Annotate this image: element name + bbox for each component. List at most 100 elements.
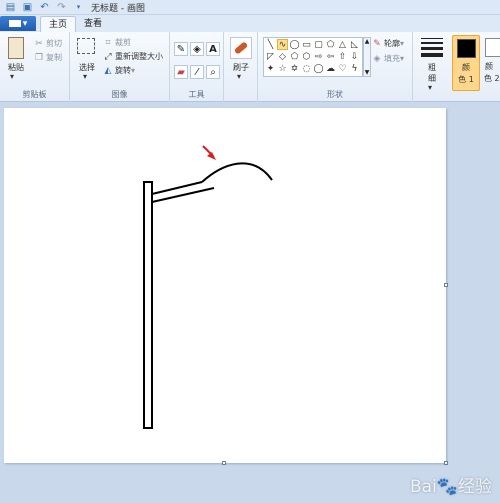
tools-group: ✎ ◈ A ▰ ⁄ ⌕ 工具 bbox=[170, 32, 224, 102]
text-tool-icon[interactable]: A bbox=[206, 42, 220, 56]
paint-app-icon: ▤ bbox=[5, 1, 16, 13]
fill-bucket-icon[interactable]: ◈ bbox=[190, 42, 204, 56]
canvas-resize-handle-corner[interactable] bbox=[444, 461, 448, 465]
lightning-shape-icon[interactable]: ϟ bbox=[349, 63, 360, 74]
outline-chevron-icon: ▾ bbox=[400, 39, 405, 48]
paste-button[interactable]: 粘贴 bbox=[4, 62, 28, 73]
right-triangle-shape-icon[interactable]: ◺ bbox=[349, 39, 360, 50]
lamp-head-curve bbox=[201, 162, 273, 183]
color1-label-line2: 色 1 bbox=[458, 75, 474, 84]
resize-button[interactable]: ⤢ 重新调整大小 bbox=[103, 51, 163, 62]
file-menu-button[interactable]: ▾ bbox=[0, 16, 36, 31]
eraser-icon[interactable]: ▰ bbox=[174, 65, 188, 79]
title-bar: ▤ ▣ ↶ ↷ ▾ 无标题 - 画图 bbox=[0, 0, 500, 15]
file-menu-chevron-icon: ▾ bbox=[22, 18, 28, 29]
color1-swatch bbox=[457, 39, 476, 58]
size-chevron-icon[interactable]: ▾ bbox=[428, 83, 432, 92]
line-size-icon[interactable] bbox=[421, 38, 443, 57]
down-arrow-shape-icon[interactable]: ⇩ bbox=[349, 51, 360, 62]
pentagon-shape-icon[interactable]: ⬠ bbox=[289, 51, 300, 62]
left-arrow-shape-icon[interactable]: ⇦ bbox=[325, 51, 336, 62]
shapes-scroll-up-icon[interactable]: ▲ bbox=[365, 38, 370, 45]
cut-label: 剪切 bbox=[46, 39, 62, 48]
paste-chevron-icon[interactable]: ▾ bbox=[10, 72, 14, 81]
image-group-label: 图像 bbox=[111, 90, 128, 99]
pencil-icon[interactable]: ✎ bbox=[174, 42, 188, 56]
brushes-chevron-icon[interactable]: ▾ bbox=[237, 72, 241, 81]
image-group: 选择 ▾ ⌗ 裁剪 ⤢ 重新调整大小 ◭ 旋转 ▾ 图像 bbox=[70, 32, 170, 102]
size-label-line1: 粗 bbox=[428, 63, 436, 72]
polygon-shape-icon[interactable]: ⬠ bbox=[325, 39, 336, 50]
tab-home[interactable]: 主页 bbox=[40, 16, 77, 32]
rotate-label: 旋转 bbox=[115, 66, 131, 75]
triangle-shape-icon[interactable]: △ bbox=[337, 39, 348, 50]
rotate-button[interactable]: ◭ 旋转 ▾ bbox=[103, 65, 135, 76]
copy-label: 复制 bbox=[46, 53, 62, 62]
file-menu-icon bbox=[8, 20, 21, 27]
outline-pen-icon: ✎ bbox=[373, 38, 381, 49]
color2-swatch bbox=[485, 38, 500, 57]
crop-button[interactable]: ⌗ 裁剪 bbox=[103, 37, 131, 48]
select-chevron-icon[interactable]: ▾ bbox=[83, 72, 87, 81]
undo-icon[interactable]: ↶ bbox=[38, 2, 51, 13]
oval-shape-icon[interactable]: ◯ bbox=[289, 39, 300, 50]
window-title: 无标题 - 画图 bbox=[91, 3, 145, 14]
rotate-chevron-icon: ▾ bbox=[131, 66, 136, 75]
heart-shape-icon[interactable]: ♡ bbox=[337, 63, 348, 74]
canvas-resize-handle-bottom[interactable] bbox=[222, 461, 226, 465]
watermark: Bai🐾经验 bbox=[410, 477, 492, 497]
color-picker-icon[interactable]: ⁄ bbox=[190, 65, 204, 79]
drawing-canvas[interactable] bbox=[4, 108, 446, 463]
oval-callout-shape-icon[interactable]: ◯ bbox=[313, 63, 324, 74]
canvas-resize-handle-right[interactable] bbox=[444, 283, 448, 287]
select-icon[interactable] bbox=[77, 38, 95, 54]
shapes-gallery[interactable]: ╲ ∿ ◯ ▭ ▢ ⬠ △ ◺ ◸ ◇ ⬠ ⬡ ⇨ ⇦ ⇧ ⇩ ✦ ☆ ✡ ◌ … bbox=[263, 37, 363, 77]
fill-button[interactable]: ◈ 填充 ▾ bbox=[372, 53, 404, 64]
magnifier-icon[interactable]: ⌕ bbox=[206, 65, 220, 79]
shapes-scroll-down-icon[interactable]: ▼ bbox=[365, 69, 370, 76]
right-arrow-shape-icon[interactable]: ⇨ bbox=[313, 51, 324, 62]
save-icon[interactable]: ▣ bbox=[21, 2, 34, 13]
rounded-rectangle-shape-icon[interactable]: ▢ bbox=[313, 39, 324, 50]
fill-chevron-icon: ▾ bbox=[400, 54, 405, 63]
size-group: 粗 细 ▾ bbox=[413, 32, 451, 102]
color1-button[interactable]: 颜 色 1 bbox=[452, 35, 480, 91]
outline-button[interactable]: ✎ 轮廓 ▾ bbox=[372, 38, 404, 49]
rectangle-shape-icon[interactable]: ▭ bbox=[301, 39, 312, 50]
shapes-gallery-scroll[interactable]: ▲ ▼ bbox=[363, 37, 371, 77]
color2-button[interactable]: 颜 色 2 bbox=[482, 35, 500, 91]
scissors-icon: ✂ bbox=[35, 38, 43, 49]
curve-shape-icon[interactable]: ∿ bbox=[277, 39, 288, 50]
redo-icon[interactable]: ↷ bbox=[55, 2, 68, 13]
paste-icon[interactable] bbox=[8, 37, 24, 59]
cut-button[interactable]: ✂ 剪切 bbox=[34, 38, 62, 49]
copy-button[interactable]: ❐ 复制 bbox=[34, 52, 62, 63]
four-point-star-shape-icon[interactable]: ✦ bbox=[265, 63, 276, 74]
tools-group-label: 工具 bbox=[188, 90, 205, 99]
clipboard-group: 粘贴 ▾ ✂ 剪切 ❐ 复制 剪贴板 bbox=[0, 32, 70, 102]
resize-label: 重新调整大小 bbox=[115, 52, 163, 61]
up-arrow-shape-icon[interactable]: ⇧ bbox=[337, 51, 348, 62]
right-triangle-2-shape-icon[interactable]: ◸ bbox=[265, 51, 276, 62]
fill-bucket-shape-icon: ◈ bbox=[373, 53, 381, 64]
color2-label-line2: 色 2 bbox=[484, 74, 500, 83]
rotate-icon: ◭ bbox=[104, 65, 112, 76]
resize-icon: ⤢ bbox=[104, 51, 112, 62]
copy-icon: ❐ bbox=[34, 52, 44, 63]
color2-label-line1: 颜 bbox=[485, 62, 493, 71]
line-shape-icon[interactable]: ╲ bbox=[265, 39, 276, 50]
diamond-shape-icon[interactable]: ◇ bbox=[277, 51, 288, 62]
outline-label: 轮廓 bbox=[384, 39, 400, 48]
shapes-group-label: 形状 bbox=[327, 90, 343, 99]
lamp-pole bbox=[143, 181, 153, 429]
speech-bubble-shape-icon[interactable]: ◌ bbox=[301, 63, 312, 74]
brushes-group: 刷子 ▾ bbox=[224, 32, 258, 102]
hexagon-shape-icon[interactable]: ⬡ bbox=[301, 51, 312, 62]
tab-view[interactable]: 查看 bbox=[76, 16, 110, 32]
cloud-callout-shape-icon[interactable]: ☁ bbox=[325, 63, 336, 74]
customize-quick-access-icon[interactable]: ▾ bbox=[72, 2, 85, 13]
clipboard-group-label: 剪贴板 bbox=[22, 90, 47, 99]
five-point-star-shape-icon[interactable]: ☆ bbox=[277, 63, 288, 74]
six-point-star-shape-icon[interactable]: ✡ bbox=[289, 63, 300, 74]
brush-icon[interactable] bbox=[230, 37, 252, 59]
